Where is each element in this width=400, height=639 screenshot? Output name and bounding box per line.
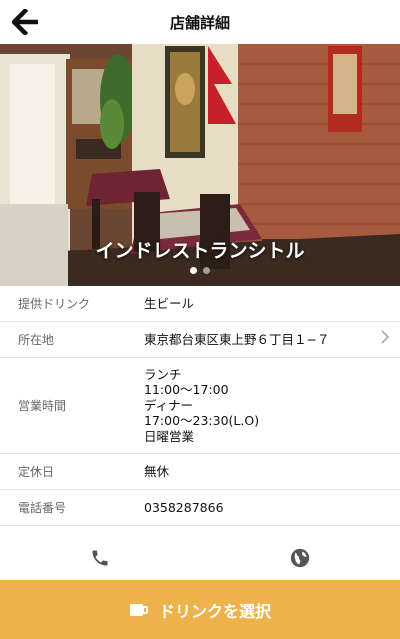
drink-label: 提供ドリンク bbox=[18, 297, 91, 311]
back-button[interactable] bbox=[10, 6, 42, 38]
call-button[interactable] bbox=[0, 538, 200, 578]
drink-ticket-icon bbox=[129, 603, 148, 616]
row-hours: 営業時間 ランチ 11:00〜17:00 ディナー 17:00〜23:30(L.… bbox=[0, 358, 400, 454]
select-drink-button[interactable]: ドリンクを選択 bbox=[0, 580, 400, 639]
store-info-list: 提供ドリンク 生ビール 所在地 東京都台東区東上野６丁目１−７ 営業時間 ランチ… bbox=[0, 286, 400, 526]
hours-line: 日曜営業 bbox=[144, 428, 195, 444]
row-phone: 電話番号 0358287866 bbox=[0, 490, 400, 526]
store-photo-carousel[interactable]: インドレストランシトル bbox=[0, 44, 400, 286]
address-label: 所在地 bbox=[18, 333, 55, 347]
address-value: 東京都台東区東上野６丁目１−７ bbox=[144, 331, 330, 347]
chevron-right-icon bbox=[370, 329, 400, 350]
contact-actions bbox=[0, 538, 400, 578]
phone-icon bbox=[92, 550, 108, 566]
row-holiday: 定休日 無休 bbox=[0, 454, 400, 490]
holiday-value: 無休 bbox=[144, 463, 170, 479]
row-drink: 提供ドリンク 生ビール bbox=[0, 286, 400, 322]
phone-value: 0358287866 bbox=[144, 499, 224, 515]
store-name: インドレストランシトル bbox=[95, 240, 305, 262]
carousel-dot[interactable] bbox=[203, 267, 210, 274]
page-title: 店舗詳細 bbox=[169, 13, 230, 32]
drink-value: 生ビール bbox=[144, 295, 195, 311]
globe-icon bbox=[290, 548, 310, 568]
app-header: 店舗詳細 bbox=[0, 0, 400, 44]
hours-line: ランチ bbox=[144, 366, 182, 382]
hours-value: ランチ 11:00〜17:00 ディナー 17:00〜23:30(L.O) 日曜… bbox=[144, 367, 400, 445]
holiday-label: 定休日 bbox=[18, 465, 55, 479]
website-button[interactable] bbox=[200, 538, 400, 578]
row-address[interactable]: 所在地 東京都台東区東上野６丁目１−７ bbox=[0, 322, 400, 358]
hours-line: 11:00〜17:00 bbox=[144, 382, 229, 398]
arrow-left-icon bbox=[12, 9, 38, 35]
hours-line: 17:00〜23:30(L.O) bbox=[144, 413, 260, 429]
hours-line: ディナー bbox=[144, 397, 194, 413]
carousel-dot[interactable] bbox=[190, 267, 197, 274]
carousel-indicator bbox=[0, 267, 400, 274]
phone-label: 電話番号 bbox=[18, 501, 67, 515]
select-drink-label: ドリンクを選択 bbox=[158, 601, 271, 621]
hours-label: 営業時間 bbox=[18, 399, 67, 413]
